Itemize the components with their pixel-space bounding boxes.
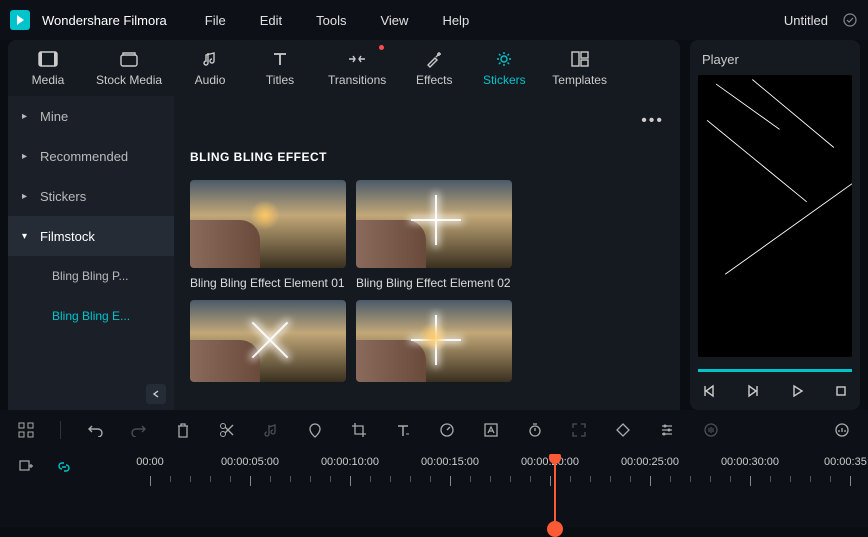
tab-effects[interactable]: Effects — [404, 45, 464, 91]
more-options-icon[interactable]: ••• — [641, 112, 664, 130]
menu-edit[interactable]: Edit — [260, 13, 282, 28]
expand-icon[interactable] — [569, 420, 589, 440]
chevron-down-icon: ▾ — [22, 231, 30, 242]
stock-icon — [119, 49, 139, 69]
undo-button[interactable] — [85, 420, 105, 440]
sticker-item-01[interactable]: Bling Bling Effect Element 01 — [190, 180, 346, 290]
timeline-label: 00:00:10:00 — [321, 456, 379, 468]
sidebar-item-recommended[interactable]: ▸Recommended — [8, 136, 174, 176]
audio-detach-icon[interactable] — [261, 420, 281, 440]
color-icon[interactable] — [481, 420, 501, 440]
player-controls — [698, 384, 852, 398]
tab-row: Media Stock Media Audio Titles Transitio… — [8, 40, 680, 96]
app-title: Wondershare Filmora — [42, 13, 167, 28]
chevron-right-icon: ▸ — [22, 151, 30, 162]
menu-help[interactable]: Help — [442, 13, 469, 28]
add-track-button[interactable] — [16, 457, 36, 477]
voiceover-icon[interactable] — [701, 420, 721, 440]
media-panel: Media Stock Media Audio Titles Transitio… — [8, 40, 680, 410]
chevron-right-icon: ▸ — [22, 111, 30, 122]
player-progress[interactable] — [698, 369, 852, 372]
player-viewport[interactable] — [698, 75, 852, 357]
thumb-grid: Bling Bling Effect Element 01 Bling Blin… — [190, 180, 664, 382]
timeline-label: 00:00:30:00 — [721, 456, 779, 468]
tab-transitions[interactable]: Transitions — [320, 45, 394, 91]
tab-stickers[interactable]: Stickers — [474, 45, 534, 91]
sticker-item-02[interactable]: Bling Bling Effect Element 02 — [356, 180, 512, 290]
menu-tools[interactable]: Tools — [316, 13, 346, 28]
marker-icon[interactable] — [305, 420, 325, 440]
mixer-icon[interactable] — [832, 420, 852, 440]
cloud-sync-icon[interactable] — [842, 12, 858, 28]
sidebar-sub-bling-pack[interactable]: Bling Bling P... — [8, 256, 174, 296]
prev-frame-button[interactable] — [702, 384, 716, 398]
adjust-icon[interactable] — [657, 420, 677, 440]
project-name[interactable]: Untitled — [784, 13, 828, 28]
link-button[interactable] — [54, 457, 74, 477]
player-panel: Player — [690, 40, 860, 410]
arrange-icon[interactable] — [16, 420, 36, 440]
sticker-item-03[interactable] — [190, 300, 346, 382]
keyframe-icon[interactable] — [613, 420, 633, 440]
stop-button[interactable] — [834, 384, 848, 398]
chevron-right-icon: ▸ — [22, 191, 30, 202]
player-title: Player — [698, 52, 852, 67]
content-area: ••• BLING BLING EFFECT Bling Bling Effec… — [174, 96, 680, 410]
thumb-label: Bling Bling Effect Element 01 — [190, 276, 346, 290]
timeline-label: 00:00:25:00 — [621, 456, 679, 468]
sidebar-collapse-button[interactable] — [146, 384, 166, 404]
sidebar: ▸Mine ▸Recommended ▸Stickers ▾Filmstock … — [8, 96, 174, 410]
delete-button[interactable] — [173, 420, 193, 440]
menu-view[interactable]: View — [380, 13, 408, 28]
sidebar-sub-bling-effect[interactable]: Bling Bling E... — [8, 296, 174, 336]
crop-icon[interactable] — [349, 420, 369, 440]
stickers-icon — [494, 49, 514, 69]
play-button[interactable] — [790, 384, 804, 398]
sticker-item-04[interactable] — [356, 300, 512, 382]
tab-audio[interactable]: Audio — [180, 45, 240, 91]
timer-icon[interactable] — [525, 420, 545, 440]
tab-stock-media[interactable]: Stock Media — [88, 45, 170, 91]
badge-dot — [379, 45, 384, 50]
sidebar-item-stickers[interactable]: ▸Stickers — [8, 176, 174, 216]
titles-icon — [270, 49, 290, 69]
menu-file[interactable]: File — [205, 13, 226, 28]
next-frame-button[interactable] — [746, 384, 760, 398]
text-icon[interactable] — [393, 420, 413, 440]
templates-icon — [570, 49, 590, 69]
tab-templates[interactable]: Templates — [544, 45, 615, 91]
media-icon — [38, 49, 58, 69]
timeline[interactable]: 00:00 00:00:05:00 00:00:10:00 00:00:15:00 00… — [0, 450, 868, 527]
tab-media[interactable]: Media — [18, 45, 78, 91]
titlebar: Wondershare Filmora File Edit Tools View… — [0, 0, 868, 40]
thumb-label: Bling Bling Effect Element 02 — [356, 276, 512, 290]
redo-button[interactable] — [129, 420, 149, 440]
app-logo — [10, 10, 30, 30]
sidebar-item-filmstock[interactable]: ▾Filmstock — [8, 216, 174, 256]
audio-icon — [200, 49, 220, 69]
menu-bar: File Edit Tools View Help — [205, 13, 469, 28]
timeline-label: 00:00:05:00 — [221, 456, 279, 468]
effects-icon — [424, 49, 444, 69]
timeline-label: 00:00:35:0 — [824, 456, 868, 468]
speed-icon[interactable] — [437, 420, 457, 440]
timeline-label: 00:00 — [136, 456, 164, 468]
transitions-icon — [347, 49, 367, 69]
timeline-playhead[interactable] — [554, 454, 556, 527]
sidebar-item-mine[interactable]: ▸Mine — [8, 96, 174, 136]
timeline-label: 00:00:15:00 — [421, 456, 479, 468]
tab-titles[interactable]: Titles — [250, 45, 310, 91]
split-button[interactable] — [217, 420, 237, 440]
timeline-toolbar — [0, 410, 868, 450]
section-title: BLING BLING EFFECT — [190, 150, 664, 164]
